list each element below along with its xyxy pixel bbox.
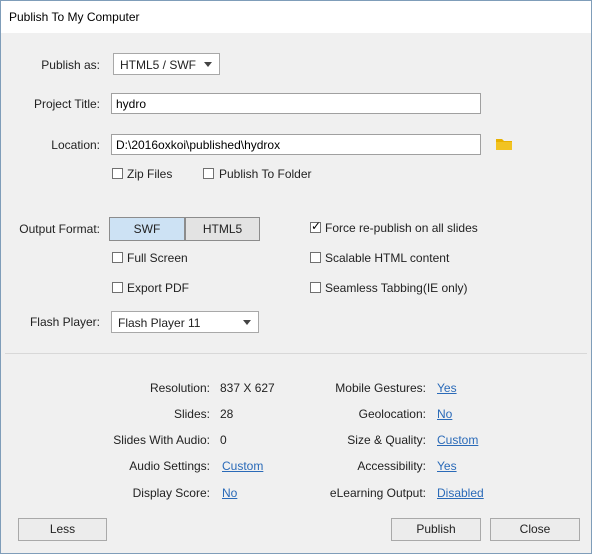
output-format-swf-toggle[interactable]: SWF [109, 217, 185, 241]
chevron-down-icon [204, 62, 212, 67]
output-format-label: Output Format: [19, 222, 100, 236]
accessibility-link[interactable]: Yes [437, 459, 457, 473]
display-score-link[interactable]: No [222, 486, 237, 500]
project-title-label: Project Title: [33, 97, 100, 111]
elearning-output-link[interactable]: Disabled [437, 486, 484, 500]
publish-as-dropdown[interactable]: HTML5 / SWF [113, 53, 220, 75]
export-pdf-checkbox[interactable] [112, 282, 123, 293]
section-divider [5, 353, 587, 354]
force-republish-label: Force re-publish on all slides [325, 221, 478, 235]
publish-as-value: HTML5 / SWF [120, 58, 197, 72]
location-label: Location: [51, 138, 100, 152]
mobile-gestures-label: Mobile Gestures: [335, 381, 426, 395]
project-title-input[interactable]: hydro [111, 93, 481, 114]
publish-to-folder-label: Publish To Folder [219, 167, 312, 181]
close-button[interactable]: Close [490, 518, 580, 541]
accessibility-label: Accessibility: [357, 459, 426, 473]
chevron-down-icon [243, 320, 251, 325]
publish-as-label: Publish as: [41, 58, 100, 72]
title-bar: Publish To My Computer [1, 1, 591, 33]
scalable-html-checkbox[interactable] [310, 252, 321, 263]
force-republish-checkbox[interactable] [310, 219, 321, 233]
seamless-tabbing-label: Seamless Tabbing(IE only) [325, 281, 468, 295]
mobile-gestures-link[interactable]: Yes [437, 381, 457, 395]
geolocation-link[interactable]: No [437, 407, 452, 421]
zip-files-label: Zip Files [127, 167, 173, 181]
output-format-html5-toggle[interactable]: HTML5 [185, 217, 260, 241]
resolution-label: Resolution: [149, 381, 210, 395]
zip-files-checkbox[interactable] [112, 168, 123, 179]
resolution-value: 837 X 627 [220, 381, 275, 395]
publish-button[interactable]: Publish [391, 518, 481, 541]
geolocation-label: Geolocation: [358, 407, 426, 421]
export-pdf-label: Export PDF [127, 281, 190, 295]
slides-label: Slides: [173, 407, 210, 421]
display-score-label: Display Score: [132, 486, 210, 500]
audio-settings-link[interactable]: Custom [222, 459, 263, 473]
seamless-tabbing-checkbox[interactable] [310, 282, 321, 293]
size-quality-link[interactable]: Custom [437, 433, 478, 447]
elearning-output-label: eLearning Output: [329, 486, 426, 500]
size-quality-label: Size & Quality: [347, 433, 426, 447]
flash-player-label: Flash Player: [29, 315, 100, 329]
less-button[interactable]: Less [18, 518, 107, 541]
full-screen-label: Full Screen [127, 251, 188, 265]
publish-to-folder-checkbox[interactable] [203, 168, 214, 179]
flash-player-dropdown[interactable]: Flash Player 11 [111, 311, 259, 333]
location-input[interactable]: D:\2016oxkoi\published\hydrox [111, 134, 481, 155]
flash-player-value: Flash Player 11 [118, 316, 201, 330]
dialog-title: Publish To My Computer [9, 10, 140, 24]
full-screen-checkbox[interactable] [112, 252, 123, 263]
slides-with-audio-label: Slides With Audio: [113, 433, 210, 447]
slides-with-audio-value: 0 [220, 433, 227, 447]
slides-value: 28 [220, 407, 234, 421]
folder-icon[interactable] [496, 138, 513, 151]
publish-dialog: Publish To My Computer Publish as: HTML5… [0, 0, 592, 554]
scalable-html-label: Scalable HTML content [325, 251, 450, 265]
audio-settings-label: Audio Settings: [129, 459, 210, 473]
